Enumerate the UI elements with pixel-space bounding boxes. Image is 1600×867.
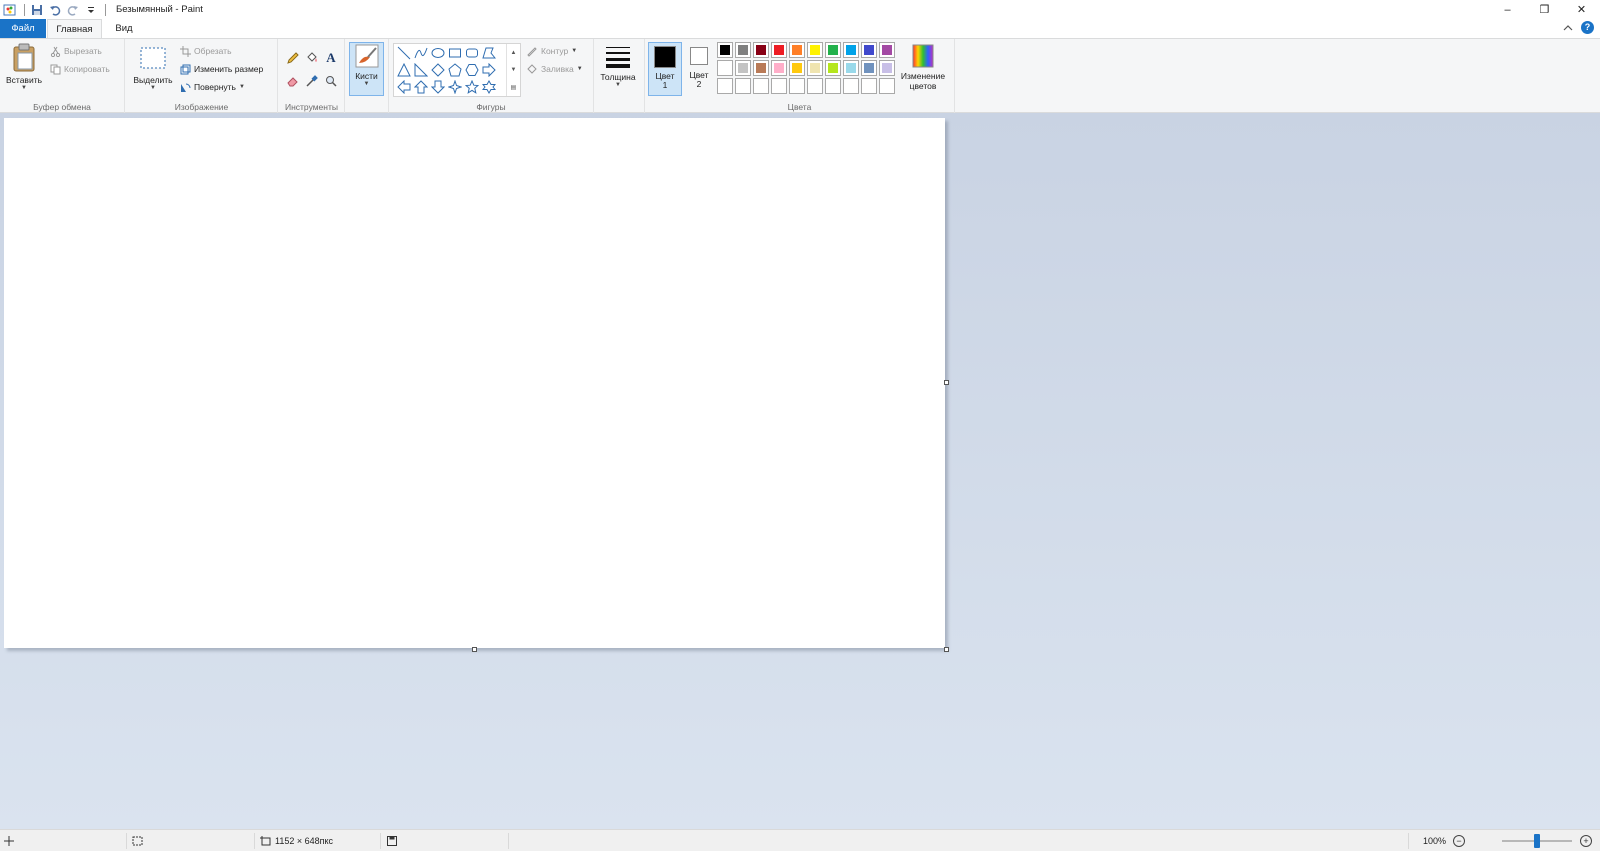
canvas-workspace[interactable] (0, 113, 1600, 829)
window-controls: – ❐ ✕ (1489, 0, 1600, 19)
copy-icon (50, 64, 61, 74)
resize-icon (180, 64, 191, 74)
canvas-size-text: 1152 × 648пкс (275, 836, 334, 846)
tools-group-label: Инструменты (284, 102, 338, 112)
crop-icon (180, 45, 191, 57)
colors-group-label: Цвета (787, 102, 812, 112)
zoom-in-button[interactable]: + (1580, 835, 1592, 847)
save-icon[interactable] (29, 2, 45, 18)
resize-label: Изменить размер (194, 64, 264, 74)
zoom-out-button[interactable]: − (1453, 835, 1465, 847)
ribbon: Вставить ▼ Вырезать Копировать Буфер обм… (0, 38, 1600, 113)
cursor-position (4, 830, 14, 852)
undo-icon[interactable] (47, 2, 63, 18)
chevron-down-icon: ▼ (150, 85, 156, 91)
separator (380, 833, 381, 849)
clipboard-group: Вставить ▼ Вырезать Копировать Буфер обм… (0, 39, 125, 113)
shapes-group: Фигуры (389, 39, 594, 113)
paste-icon (13, 43, 35, 72)
select-icon (140, 47, 166, 69)
image-group: Выделить ▼ Обрезать Изменить размер Пове… (126, 39, 278, 113)
redo-icon[interactable] (65, 2, 81, 18)
title-bar: Безымянный - Paint – ❐ ✕ (0, 0, 1600, 19)
paint-app-icon[interactable] (2, 2, 18, 18)
brushes-button[interactable]: Кисти ▼ (349, 42, 384, 96)
image-group-label: Изображение (174, 102, 229, 112)
resize-handle-bottom[interactable] (472, 647, 477, 652)
copy-label: Копировать (64, 64, 110, 74)
paste-button[interactable]: Вставить ▼ (4, 43, 44, 91)
selection-icon (132, 836, 143, 846)
crop-button[interactable]: Обрезать (180, 44, 232, 58)
brushes-label: Кисти (355, 71, 378, 81)
customize-icon[interactable] (83, 2, 99, 18)
chevron-down-icon: ▼ (615, 82, 621, 88)
tab-view[interactable]: Вид (106, 19, 142, 38)
select-button[interactable]: Выделить ▼ (130, 43, 176, 91)
ribbon-right-controls: ? (1563, 21, 1594, 34)
ribbon-tabs: Файл Главная Вид ? (0, 19, 1600, 38)
resize-button[interactable]: Изменить размер (180, 62, 263, 76)
resize-handle-corner[interactable] (944, 647, 949, 652)
color-picker-icon[interactable] (303, 72, 321, 90)
collapse-ribbon-icon[interactable] (1563, 24, 1573, 32)
crop-label: Обрезать (194, 46, 232, 56)
text-icon[interactable]: A (322, 49, 340, 67)
size-label: Толщина (600, 72, 636, 82)
resize-handle-right[interactable] (944, 380, 949, 385)
shapes-group-label: Фигуры (476, 102, 506, 112)
magnifier-icon[interactable] (322, 72, 340, 90)
size-button[interactable]: Толщина ▼ (597, 44, 639, 88)
pencil-icon[interactable] (284, 49, 302, 67)
tab-file[interactable]: Файл (0, 19, 46, 38)
canvas-size-icon (260, 836, 271, 846)
brush-icon (355, 44, 378, 68)
canvas-size: 1152 × 648пкс (260, 830, 333, 852)
cut-label: Вырезать (64, 46, 102, 56)
window-title: Безымянный - Paint (116, 4, 203, 15)
tools-group: A Инструменты (279, 39, 345, 113)
copy-button[interactable]: Копировать (50, 62, 110, 76)
disk-icon (387, 836, 397, 846)
restore-button[interactable]: ❐ (1526, 0, 1563, 19)
separator (105, 3, 106, 16)
clipboard-group-label: Буфер обмена (33, 102, 91, 112)
crosshair-icon (4, 836, 14, 846)
chevron-down-icon: ▼ (21, 85, 27, 91)
cut-button[interactable]: Вырезать (50, 44, 102, 58)
zoom-level: 100% (1423, 836, 1447, 846)
colors-group: Цвета (645, 39, 955, 113)
separator (508, 833, 509, 849)
file-size (387, 830, 397, 852)
zoom-slider-thumb[interactable] (1534, 834, 1540, 848)
help-icon[interactable]: ? (1581, 21, 1594, 34)
chevron-down-icon: ▼ (363, 81, 370, 87)
close-button[interactable]: ✕ (1563, 0, 1600, 19)
eraser-icon[interactable] (284, 72, 302, 90)
rotate-icon (181, 83, 191, 92)
minimize-button[interactable]: – (1489, 0, 1526, 19)
selection-size (132, 830, 143, 852)
rotate-button[interactable]: Повернуть ▼ (180, 80, 245, 94)
desktop-strip (0, 851, 1600, 867)
separator (126, 833, 127, 849)
status-bar: 1152 × 648пкс 100% − + (0, 829, 1600, 851)
rotate-label: Повернуть (194, 82, 236, 92)
tab-home[interactable]: Главная (47, 19, 102, 38)
separator (24, 3, 25, 16)
quick-access-toolbar (0, 0, 110, 19)
fill-icon[interactable] (303, 49, 321, 67)
line-thickness-icon (606, 47, 630, 68)
drawing-canvas[interactable] (4, 118, 945, 648)
paste-label: Вставить (5, 75, 43, 85)
separator (1408, 833, 1409, 849)
select-label: Выделить (133, 75, 173, 85)
chevron-down-icon: ▼ (238, 84, 245, 90)
separator (254, 833, 255, 849)
scissors-icon (50, 46, 61, 57)
